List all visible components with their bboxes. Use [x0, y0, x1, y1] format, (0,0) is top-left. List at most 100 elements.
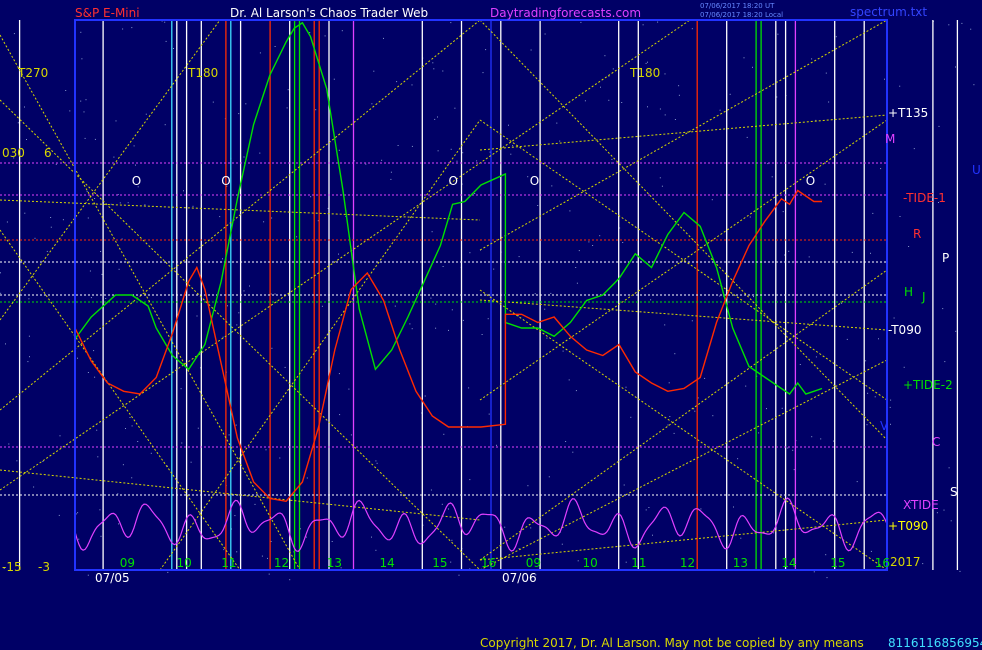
star: [890, 423, 891, 425]
star: [537, 205, 539, 206]
star: [700, 508, 702, 510]
left-title: S&P E-Mini: [75, 6, 140, 20]
star: [212, 101, 214, 103]
star: [173, 48, 174, 49]
star: [131, 477, 133, 479]
star: [922, 563, 924, 565]
label-030: 030: [2, 146, 25, 160]
star: [530, 49, 532, 51]
star: [254, 503, 256, 505]
star: [238, 312, 240, 314]
star: [375, 549, 377, 551]
star: [674, 119, 676, 120]
star: [94, 138, 96, 140]
star: [227, 305, 228, 307]
star: [908, 246, 910, 247]
star: [544, 33, 546, 35]
star: [664, 114, 666, 116]
star: [694, 410, 696, 412]
label-xtide: XTIDE: [903, 498, 939, 512]
star: [833, 440, 835, 442]
star: [129, 417, 131, 418]
star: [611, 158, 613, 160]
star: [462, 319, 464, 321]
star: [792, 449, 794, 451]
star: [462, 152, 464, 154]
star: [289, 579, 291, 581]
star: [508, 124, 509, 126]
label-u: U: [972, 163, 981, 177]
star: [243, 290, 245, 292]
star: [899, 85, 901, 87]
star: [652, 534, 653, 536]
star: [26, 139, 27, 140]
star: [80, 31, 82, 33]
star: [196, 315, 198, 317]
star: [674, 353, 676, 355]
star: [518, 256, 520, 258]
star: [667, 424, 669, 426]
star: [766, 408, 767, 410]
label-h: H: [904, 285, 913, 299]
star: [773, 532, 775, 534]
x-tick-label: 12: [274, 556, 289, 570]
star: [78, 538, 80, 540]
star: [97, 456, 99, 458]
star: [437, 150, 439, 152]
star: [27, 361, 29, 363]
x-tick-label: 16: [481, 556, 496, 570]
star: [450, 22, 452, 24]
star: [117, 493, 119, 495]
star: [551, 185, 553, 187]
star: [238, 113, 240, 115]
star: [625, 561, 627, 563]
star: [113, 156, 115, 158]
star: [33, 486, 35, 488]
star: [249, 285, 250, 287]
star: [697, 397, 699, 399]
star: [825, 554, 827, 556]
star: [373, 70, 375, 72]
star: [190, 461, 192, 463]
star: [261, 555, 263, 557]
star: [119, 202, 121, 204]
star: [527, 485, 529, 487]
star: [691, 320, 693, 322]
star: [279, 457, 281, 459]
star: [569, 210, 571, 212]
star: [642, 24, 644, 26]
star: [145, 113, 147, 115]
x-tick-label: 10: [583, 556, 598, 570]
star: [469, 479, 471, 481]
star: [828, 101, 830, 103]
star: [144, 204, 146, 206]
star: [544, 308, 546, 310]
star: [884, 78, 885, 80]
file-name: spectrum.txt: [850, 5, 927, 19]
star: [743, 57, 745, 59]
x-tick-label: 14: [380, 556, 395, 570]
star: [733, 506, 734, 508]
marker-label: O: [449, 174, 458, 188]
label-neg15: -15: [2, 560, 22, 574]
star: [512, 145, 514, 147]
star: [267, 557, 268, 559]
star: [580, 21, 582, 23]
marker-label: O: [132, 174, 141, 188]
star: [623, 484, 625, 486]
star: [55, 163, 57, 165]
star: [450, 148, 452, 150]
star: [99, 509, 101, 511]
star: [678, 94, 680, 96]
star: [565, 441, 567, 442]
star: [872, 212, 874, 214]
star: [659, 177, 661, 179]
star: [432, 62, 434, 64]
star: [437, 116, 438, 118]
star: [50, 217, 52, 218]
star: [880, 168, 882, 170]
star: [46, 250, 48, 252]
star: [192, 205, 194, 207]
star: [950, 520, 952, 522]
star: [955, 330, 957, 332]
